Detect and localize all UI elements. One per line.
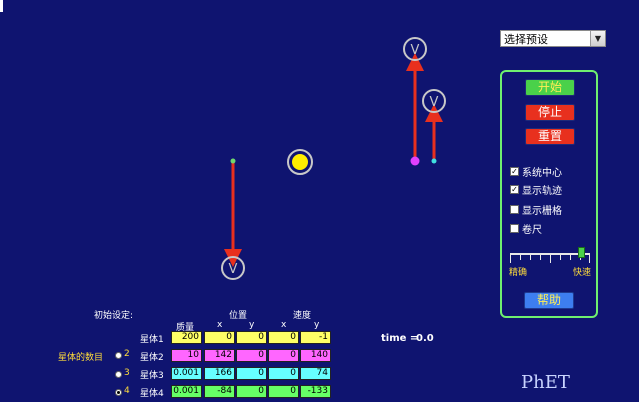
slider-tick (540, 255, 541, 260)
row-label-body1: 星体1 (140, 335, 164, 345)
row-label-body3: 星体3 (140, 371, 164, 381)
simulation-stage[interactable]: V V V 选择预设 ▼ 开始 停止 重置 ✓ 系统中心 ✓ 显示轨迹 显示栅格 (0, 0, 639, 402)
slider-tick (589, 255, 590, 263)
checkbox-system-center-label: 系统中心 (522, 168, 562, 179)
body-count-radio-4[interactable] (115, 389, 122, 396)
body2-vel-x-input[interactable]: 0 (268, 349, 299, 362)
time-value: 0.0 (416, 333, 434, 344)
speed-slider-thumb[interactable] (578, 247, 585, 258)
body2-vel-y-input[interactable]: 140 (300, 349, 331, 362)
time-label: time = (381, 333, 419, 344)
body-count-option-4: 4 (124, 386, 130, 396)
body1-pos-x-input[interactable]: 0 (204, 331, 235, 344)
body2-mass-input[interactable]: 10 (171, 349, 202, 362)
body4-vel-x-input[interactable]: 0 (268, 385, 299, 398)
phet-logo[interactable]: PhET (521, 372, 570, 393)
body-count-option-2: 2 (124, 349, 130, 359)
body4-dot[interactable] (230, 158, 236, 164)
body2-dot[interactable] (410, 156, 420, 166)
slider-tick (550, 255, 551, 263)
body4-mass-input[interactable]: 0.001 (171, 385, 202, 398)
velocity-handle-label-body2: V (411, 43, 420, 58)
body-count-radio-2[interactable] (115, 352, 122, 359)
velocity-handle-label-body3: V (430, 95, 439, 110)
help-button[interactable]: 帮助 (524, 292, 574, 309)
body4-pos-x-input[interactable]: -84 (204, 385, 235, 398)
slider-tick (510, 255, 511, 263)
stop-button[interactable]: 停止 (525, 104, 575, 121)
checkbox-show-trace[interactable]: ✓ 显示轨迹 (510, 182, 562, 197)
speed-slider-max-label: 快速 (573, 268, 592, 278)
position-header: 位置 (229, 311, 248, 321)
slider-tick (560, 255, 561, 260)
reset-button[interactable]: 重置 (525, 128, 575, 145)
body-count-radio-3[interactable] (115, 371, 122, 378)
checkbox-tape-measure-box[interactable] (510, 224, 519, 233)
body1-mass-input[interactable]: 200 (171, 331, 202, 344)
checkbox-show-trace-label: 显示轨迹 (522, 186, 562, 197)
body3-pos-x-input[interactable]: 166 (204, 367, 235, 380)
speed-slider-min-label: 精确 (509, 268, 528, 278)
checkbox-system-center-box[interactable]: ✓ (510, 167, 519, 176)
body3-vel-x-input[interactable]: 0 (268, 367, 299, 380)
row-label-body2: 星体2 (140, 353, 164, 363)
position-y-header: y (249, 320, 255, 330)
body3-dot[interactable] (431, 158, 437, 164)
start-button[interactable]: 开始 (525, 79, 575, 96)
checkbox-system-center[interactable]: ✓ 系统中心 (510, 164, 562, 179)
body2-pos-x-input[interactable]: 142 (204, 349, 235, 362)
checkbox-tape-measure-label: 卷尺 (522, 225, 542, 236)
checkbox-tape-measure[interactable]: 卷尺 (510, 221, 542, 236)
row-label-body4: 星体4 (140, 389, 164, 399)
slider-tick (520, 255, 521, 260)
body3-vel-y-input[interactable]: 74 (300, 367, 331, 380)
velocity-handle-label-body4: V (229, 262, 238, 277)
preset-dropdown[interactable]: 选择预设 ▼ (500, 30, 606, 47)
body4-vel-y-input[interactable]: -133 (300, 385, 331, 398)
slider-tick (570, 255, 571, 260)
slider-tick (530, 255, 531, 260)
preset-dropdown-value: 选择预设 (504, 33, 548, 46)
body1-dot[interactable] (292, 154, 308, 170)
velocity-y-header: y (314, 320, 320, 330)
initial-settings-title: 初始设定: (94, 311, 134, 321)
checkbox-show-trace-box[interactable]: ✓ (510, 185, 519, 194)
body3-pos-y-input[interactable]: 0 (236, 367, 267, 380)
checkbox-show-grid[interactable]: 显示栅格 (510, 202, 562, 217)
velocity-x-header: x (281, 320, 287, 330)
body-count-option-3: 3 (124, 368, 130, 378)
body1-vel-x-input[interactable]: 0 (268, 331, 299, 344)
checkbox-show-grid-box[interactable] (510, 205, 519, 214)
position-x-header: x (217, 320, 223, 330)
chevron-down-icon[interactable]: ▼ (590, 31, 605, 46)
body-count-label: 星体的数目 (58, 353, 104, 363)
body1-pos-y-input[interactable]: 0 (236, 331, 267, 344)
body3-mass-input[interactable]: 0.001 (171, 367, 202, 380)
body2-pos-y-input[interactable]: 0 (236, 349, 267, 362)
body1-vel-y-input[interactable]: -1 (300, 331, 331, 344)
body4-pos-y-input[interactable]: 0 (236, 385, 267, 398)
velocity-header: 速度 (293, 311, 312, 321)
checkbox-show-grid-label: 显示栅格 (522, 206, 562, 217)
